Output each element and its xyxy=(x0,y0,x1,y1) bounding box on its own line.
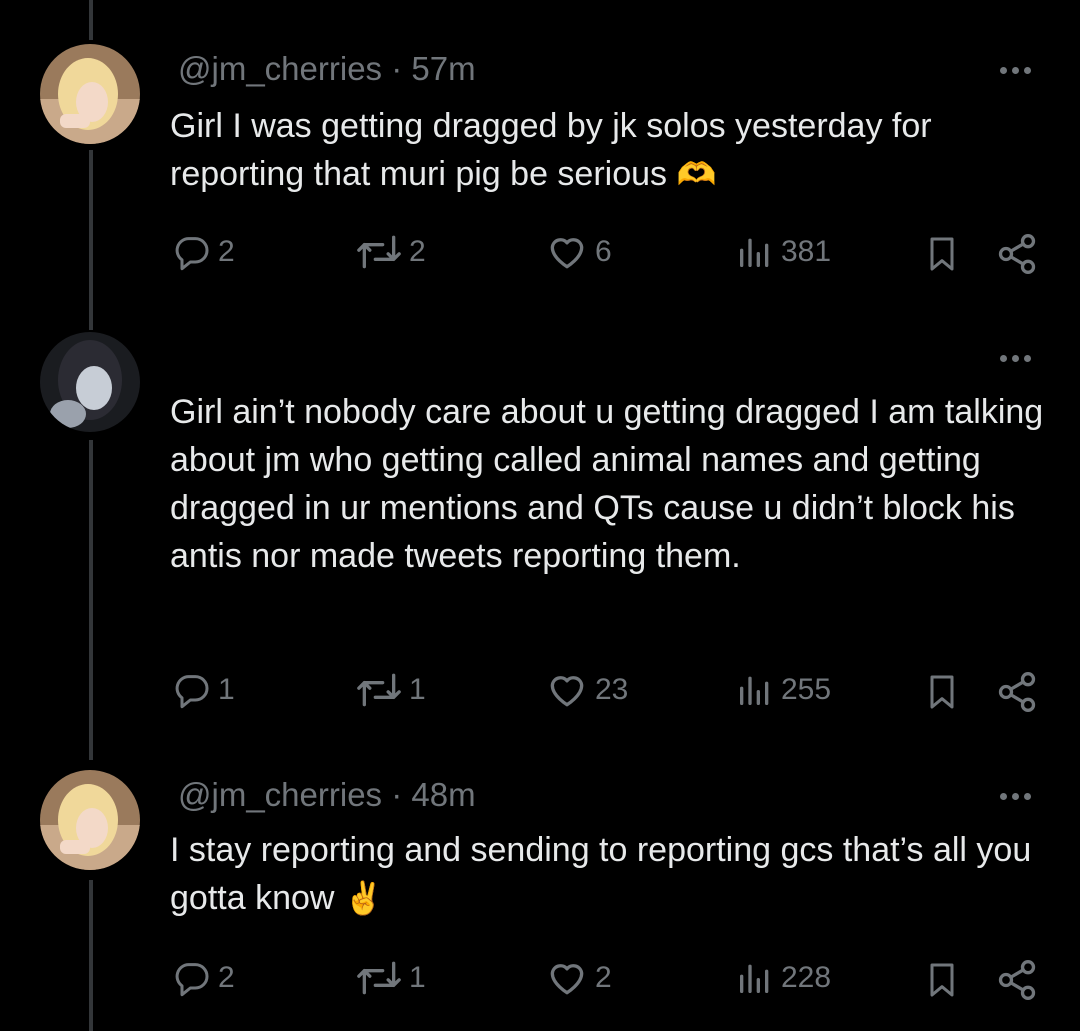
repost-count: 2 xyxy=(409,235,426,268)
more-icon[interactable] xyxy=(1000,786,1040,806)
tweet-1[interactable]: @jm_cherries · 57m Girl I was getting dr… xyxy=(0,0,1080,300)
views-icon xyxy=(740,676,769,705)
share-button[interactable] xyxy=(995,956,1039,1004)
repost-icon xyxy=(357,235,401,269)
avatar[interactable] xyxy=(40,44,140,144)
share-button[interactable] xyxy=(995,668,1039,716)
views-icon xyxy=(740,964,769,993)
avatar[interactable] xyxy=(40,770,140,870)
tweet-text-content: I stay reporting and sending to reportin… xyxy=(170,831,1032,917)
timestamp[interactable]: 48m xyxy=(411,776,475,813)
bookmark-icon xyxy=(930,675,954,709)
user-handle[interactable]: @jm_cherries xyxy=(178,50,382,87)
views-button[interactable]: 255 xyxy=(735,668,831,712)
like-icon xyxy=(550,238,584,269)
bookmark-button[interactable] xyxy=(922,668,962,716)
tweet-meta: @jm_cherries · 48m xyxy=(178,776,476,814)
tweet-text: Girl ain’t nobody care about u getting d… xyxy=(170,388,1050,580)
timestamp[interactable]: 57m xyxy=(411,50,475,87)
bookmark-button[interactable] xyxy=(922,230,962,278)
repost-icon xyxy=(357,961,401,995)
tweet-text: Girl I was getting dragged by jk solos y… xyxy=(170,102,1050,198)
reply-count: 2 xyxy=(218,235,235,268)
tweet-text: I stay reporting and sending to reportin… xyxy=(170,826,1050,922)
reply-icon xyxy=(175,675,209,709)
tweet-meta: @jm_cherries · 57m xyxy=(178,50,476,88)
like-icon xyxy=(550,676,584,707)
tweet-2[interactable]: Girl ain’t nobody care about u getting d… xyxy=(0,320,1080,740)
tweet-text-content: Girl ain’t nobody care about u getting d… xyxy=(170,393,1044,575)
share-icon xyxy=(998,960,1036,1000)
user-handle[interactable]: @jm_cherries xyxy=(178,776,382,813)
repost-button[interactable]: 2 xyxy=(355,230,426,274)
bookmark-icon xyxy=(930,237,954,271)
views-button[interactable]: 228 xyxy=(735,956,831,1000)
reply-button[interactable]: 1 xyxy=(172,668,235,712)
reply-count: 2 xyxy=(218,961,235,994)
action-bar: 2 2 6 381 xyxy=(0,230,1080,280)
views-icon xyxy=(740,238,769,267)
repost-count: 1 xyxy=(409,961,426,994)
bookmark-button[interactable] xyxy=(922,956,962,1004)
reply-button[interactable]: 2 xyxy=(172,230,235,274)
like-button[interactable]: 23 xyxy=(545,668,628,712)
like-icon xyxy=(550,964,584,995)
tweet-3[interactable]: @jm_cherries · 48m I stay reporting and … xyxy=(0,760,1080,1031)
more-icon[interactable] xyxy=(1000,60,1040,80)
reply-button[interactable]: 2 xyxy=(172,956,235,1000)
tweet-text-content: Girl I was getting dragged by jk solos y… xyxy=(170,107,932,193)
repost-button[interactable]: 1 xyxy=(355,668,426,712)
more-icon[interactable] xyxy=(1000,348,1040,368)
view-count: 381 xyxy=(781,235,832,268)
separator: · xyxy=(391,50,403,87)
share-icon xyxy=(998,234,1036,274)
repost-icon xyxy=(357,673,401,707)
repost-button[interactable]: 1 xyxy=(355,956,426,1000)
reply-count: 1 xyxy=(218,673,235,706)
victory-hand-emoji: ✌️ xyxy=(343,879,384,917)
like-count: 2 xyxy=(595,961,612,994)
like-button[interactable]: 6 xyxy=(545,230,612,274)
repost-count: 1 xyxy=(409,673,426,706)
bookmark-icon xyxy=(930,963,954,997)
reply-icon xyxy=(175,237,209,271)
share-button[interactable] xyxy=(995,230,1039,278)
like-count: 6 xyxy=(595,235,612,268)
avatar[interactable] xyxy=(40,332,140,432)
separator: · xyxy=(391,776,403,813)
heart-hands-emoji: 🫶 xyxy=(676,155,717,193)
share-icon xyxy=(998,672,1036,712)
view-count: 228 xyxy=(781,961,832,994)
reply-icon xyxy=(175,963,209,997)
action-bar: 1 1 23 255 xyxy=(0,668,1080,718)
view-count: 255 xyxy=(781,673,832,706)
like-button[interactable]: 2 xyxy=(545,956,612,1000)
views-button[interactable]: 381 xyxy=(735,230,831,274)
like-count: 23 xyxy=(595,673,629,706)
action-bar: 2 1 2 228 xyxy=(0,956,1080,1006)
